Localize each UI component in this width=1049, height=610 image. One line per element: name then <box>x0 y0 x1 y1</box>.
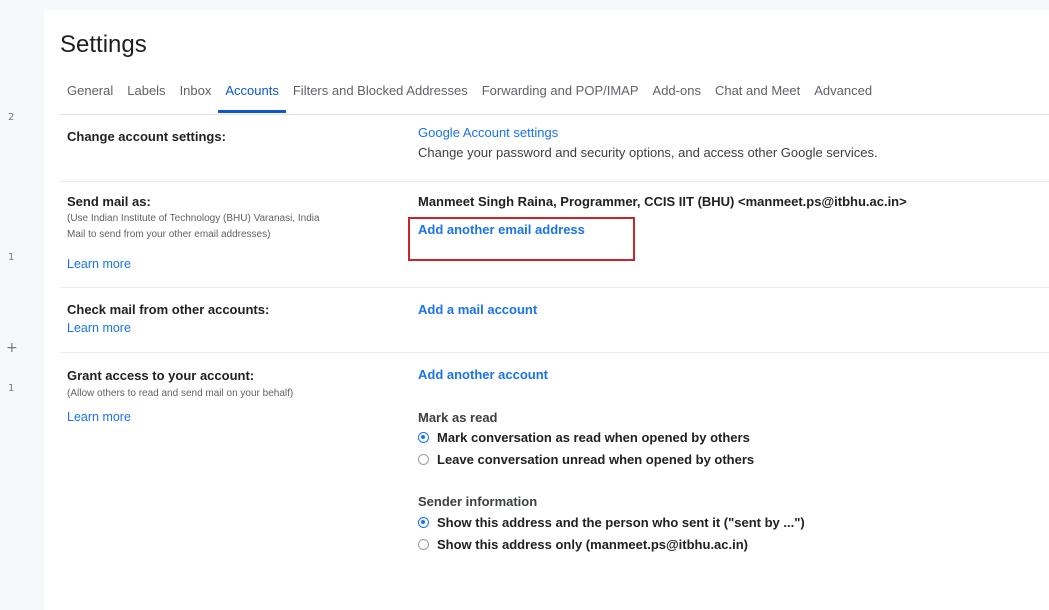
tab-inbox[interactable]: Inbox <box>173 84 219 113</box>
send-mail-address: Manmeet Singh Raina, Programmer, CCIS II… <box>418 194 907 209</box>
rail-mark: 1 <box>8 383 15 394</box>
sender-both-option[interactable]: Show this address and the person who sen… <box>418 515 805 530</box>
radio-checked-icon[interactable] <box>418 517 429 528</box>
sender-information-heading: Sender information <box>418 494 538 509</box>
top-strip <box>44 0 1049 10</box>
sender-both-option-label: Show this address and the person who sen… <box>437 515 805 530</box>
tab-chat-meet[interactable]: Chat and Meet <box>708 84 807 113</box>
mark-as-read-heading: Mark as read <box>418 410 498 425</box>
change-account-description: Change your password and security option… <box>418 145 878 160</box>
tab-advanced[interactable]: Advanced <box>807 84 879 113</box>
check-mail-learn-more-link[interactable]: Learn more <box>67 321 131 335</box>
tab-general[interactable]: General <box>60 84 120 113</box>
grant-access-sublabel: (Allow others to read and send mail on y… <box>67 388 294 399</box>
left-rail: 2 1 + 1 <box>0 0 44 610</box>
send-mail-sub-line: Mail to send from your other email addre… <box>67 229 271 240</box>
radio-unchecked-icon[interactable] <box>418 454 429 465</box>
tab-forwarding[interactable]: Forwarding and POP/IMAP <box>475 84 646 113</box>
radio-unchecked-icon[interactable] <box>418 539 429 550</box>
row-divider <box>60 352 1049 353</box>
row-divider <box>60 287 1049 288</box>
grant-access-learn-more-link[interactable]: Learn more <box>67 410 131 424</box>
rail-mark: 1 <box>8 252 15 263</box>
change-account-label: Change account settings: <box>67 129 226 144</box>
leave-unread-option-label: Leave conversation unread when opened by… <box>437 452 755 467</box>
change-account-value: Google Account settings Change your pass… <box>418 125 878 160</box>
tab-addons[interactable]: Add-ons <box>646 84 708 113</box>
check-mail-label: Check mail from other accounts: <box>67 302 270 317</box>
settings-tabs: General Labels Inbox Accounts Filters and Bl… <box>60 84 1049 113</box>
mark-read-option[interactable]: Mark conversation as read when opened by… <box>418 430 750 445</box>
rail-mark: 2 <box>8 112 15 123</box>
tab-filters[interactable]: Filters and Blocked Addresses <box>286 84 475 113</box>
row-divider <box>60 181 1049 182</box>
sender-only-option-label: Show this address only (manmeet.ps@itbhu… <box>437 537 749 552</box>
send-mail-label: Send mail as: <box>67 194 151 209</box>
google-account-settings-link[interactable]: Google Account settings <box>418 125 878 140</box>
send-mail-learn-more-link[interactable]: Learn more <box>67 257 131 271</box>
mark-read-option-label: Mark conversation as read when opened by… <box>437 430 750 445</box>
add-mail-account-link[interactable]: Add a mail account <box>418 302 537 317</box>
tabs-divider <box>60 114 1049 115</box>
tab-accounts[interactable]: Accounts <box>218 84 286 113</box>
send-mail-sublabel: (Use Indian Institute of Technology (BHU… <box>67 211 387 243</box>
sender-only-option[interactable]: Show this address only (manmeet.ps@itbhu… <box>418 537 748 552</box>
radio-checked-icon[interactable] <box>418 432 429 443</box>
tab-labels[interactable]: Labels <box>120 84 172 113</box>
add-another-account-link[interactable]: Add another account <box>418 367 548 382</box>
grant-access-label: Grant access to your account: <box>67 368 255 383</box>
page-title: Settings <box>60 31 147 58</box>
rail-mark: + <box>6 340 18 356</box>
leave-unread-option[interactable]: Leave conversation unread when opened by… <box>418 452 754 467</box>
highlight-box <box>408 217 635 261</box>
send-mail-sub-line: (Use Indian Institute of Technology (BHU… <box>67 213 320 224</box>
